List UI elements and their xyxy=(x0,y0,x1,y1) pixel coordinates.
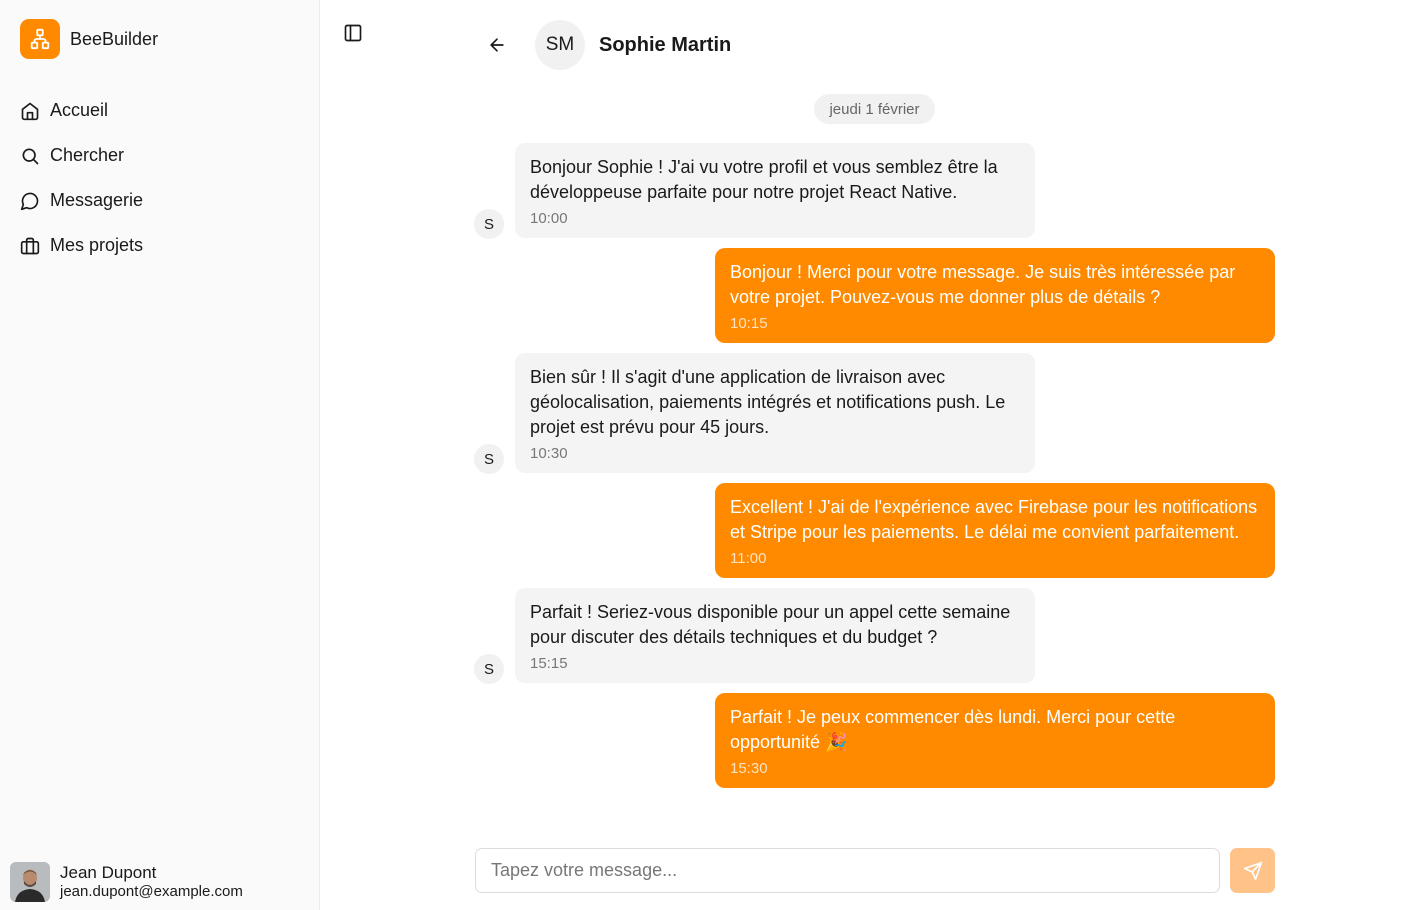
date-separator: jeudi 1 février xyxy=(814,94,935,124)
message-text: Bien sûr ! Il s'agit d'une application d… xyxy=(530,367,1006,437)
sidebar-item-chercher[interactable]: Chercher xyxy=(20,133,300,178)
brand-name: BeeBuilder xyxy=(70,28,159,49)
message-outgoing: Parfait ! Je peux commencer dès lundi. M… xyxy=(715,693,1275,788)
message-time: 10:00 xyxy=(530,210,568,227)
briefcase-icon xyxy=(20,236,40,256)
user-name: Jean Dupont xyxy=(60,863,157,882)
sidebar-item-label: Chercher xyxy=(50,145,125,165)
message-incoming: Parfait ! Seriez-vous disponible pour un… xyxy=(515,588,1035,683)
sidebar-item-messagerie[interactable]: Messagerie xyxy=(20,178,300,223)
message-text: Parfait ! Seriez-vous disponible pour un… xyxy=(530,602,1011,647)
message-incoming: Bonjour Sophie ! J'ai vu votre profil et… xyxy=(515,143,1035,238)
sitemap-icon xyxy=(20,19,60,59)
message-time: 11:00 xyxy=(730,550,767,567)
home-icon xyxy=(20,101,40,121)
send-button[interactable] xyxy=(1230,848,1275,893)
sidebar-toggle-icon xyxy=(344,24,362,42)
message-input[interactable] xyxy=(475,848,1220,893)
message-outgoing: Excellent ! J'ai de l'expérience avec Fi… xyxy=(715,483,1275,578)
message-icon xyxy=(20,191,40,211)
message-time: 15:30 xyxy=(730,760,768,777)
message-time: 10:30 xyxy=(530,445,568,462)
message-text: Parfait ! Je peux commencer dès lundi. M… xyxy=(730,707,1176,752)
back-button[interactable] xyxy=(475,23,519,67)
contact-avatar: SM xyxy=(535,20,585,70)
search-icon xyxy=(20,146,40,166)
sender-avatar: S xyxy=(474,209,504,239)
chat-header: SM Sophie Martin xyxy=(475,20,731,70)
message-incoming: Bien sûr ! Il s'agit d'une application d… xyxy=(515,353,1035,473)
sidebar-item-mes-projets[interactable]: Mes projets xyxy=(20,223,300,268)
message-outgoing: Bonjour ! Merci pour votre message. Je s… xyxy=(715,248,1275,343)
user-info: Jean Dupont jean.dupont@example.com xyxy=(60,863,243,901)
sender-avatar: S xyxy=(474,654,504,684)
arrow-left-icon xyxy=(490,38,504,52)
contact-name: Sophie Martin xyxy=(599,33,732,56)
sidebar-nav: Accueil Chercher Messagerie Mes projets xyxy=(20,88,300,268)
send-icon xyxy=(1243,861,1262,880)
user-email: jean.dupont@example.com xyxy=(60,883,243,900)
sidebar-toggle-button[interactable] xyxy=(342,22,364,44)
brand[interactable]: BeeBuilder xyxy=(20,19,158,59)
avatar xyxy=(10,862,50,902)
message-text: Excellent ! J'ai de l'expérience avec Fi… xyxy=(730,497,1258,542)
message-time: 15:15 xyxy=(530,655,568,672)
sender-avatar: S xyxy=(474,444,504,474)
message-text: Bonjour Sophie ! J'ai vu votre profil et… xyxy=(530,157,998,202)
sidebar-item-label: Mes projets xyxy=(50,235,144,255)
user-profile[interactable]: Jean Dupont jean.dupont@example.com xyxy=(10,862,243,902)
sidebar-item-accueil[interactable]: Accueil xyxy=(20,88,300,133)
message-text: Bonjour ! Merci pour votre message. Je s… xyxy=(730,262,1236,307)
message-time: 10:15 xyxy=(730,315,768,332)
sidebar-item-label: Messagerie xyxy=(50,190,144,210)
sidebar: BeeBuilder Accueil Chercher Messagerie M… xyxy=(0,0,320,910)
sidebar-item-label: Accueil xyxy=(50,100,109,120)
